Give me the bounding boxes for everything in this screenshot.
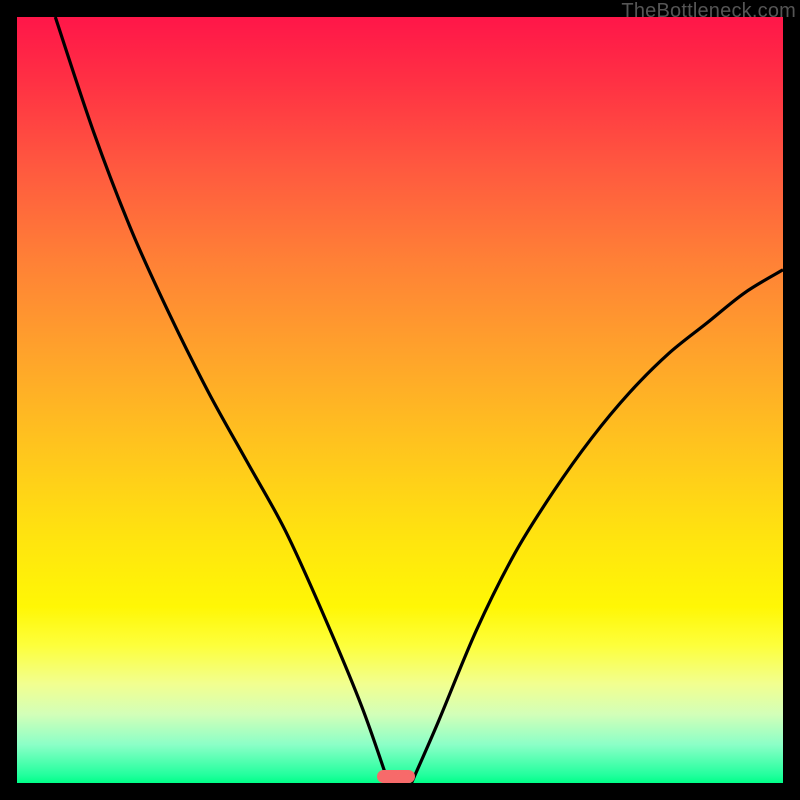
minimum-marker [377,770,415,783]
right-curve [411,270,783,783]
curve-overlay [17,17,783,783]
left-curve [55,17,388,783]
chart-frame [17,17,783,783]
watermark-text: TheBottleneck.com [621,0,796,23]
